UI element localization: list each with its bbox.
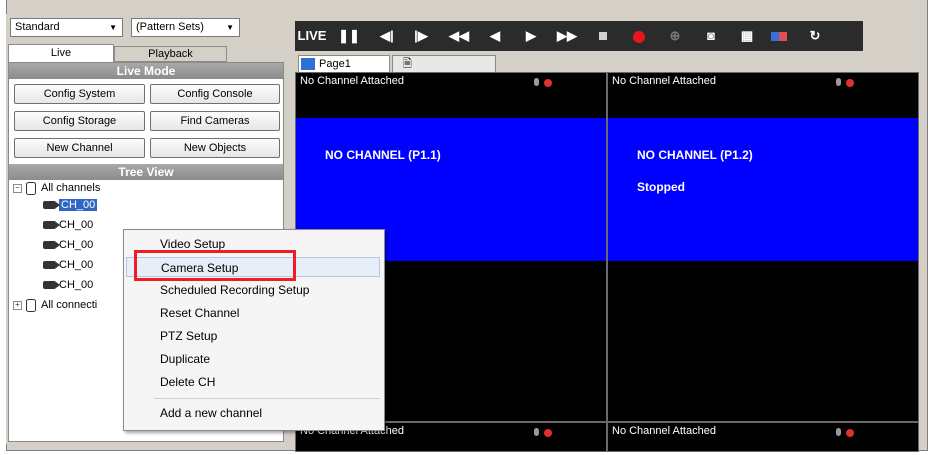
channel-label: NO CHANNEL (P1.1) xyxy=(325,148,441,162)
video-area: NO CHANNEL (P1.2) Stopped xyxy=(608,118,918,261)
menu-item-reset-channel[interactable]: Reset Channel xyxy=(160,303,239,323)
menu-item-duplicate[interactable]: Duplicate xyxy=(160,349,210,369)
camera-icon xyxy=(43,221,60,230)
play-icon[interactable]: ▶ xyxy=(517,21,545,51)
step-back-icon[interactable]: ◀| xyxy=(373,21,401,51)
find-cameras-button[interactable]: Find Cameras xyxy=(150,111,280,131)
new-page-icon: 🗎 xyxy=(403,58,412,70)
tree-node-channel[interactable]: CH_00 xyxy=(43,278,93,293)
status-label: Stopped xyxy=(637,180,685,194)
zoom-icon[interactable]: ⊕ xyxy=(661,21,689,51)
config-console-button[interactable]: Config Console xyxy=(150,84,280,104)
menu-item-scheduled-recording-setup[interactable]: Scheduled Recording Setup xyxy=(160,280,309,300)
refresh-icon[interactable]: ↻ xyxy=(801,21,829,51)
tree-label: All channels xyxy=(41,182,101,194)
menu-item-ptz-setup[interactable]: PTZ Setup xyxy=(160,326,217,346)
step-forward-icon[interactable]: |▶ xyxy=(407,21,435,51)
microphone-icon xyxy=(534,428,539,436)
tab-live[interactable]: Live xyxy=(8,44,114,62)
camera-icon xyxy=(43,201,60,210)
tab-page1[interactable]: Page1 xyxy=(298,55,390,73)
video-cell[interactable]: No Channel Attached NO CHANNEL (P1.2) St… xyxy=(607,72,919,422)
snapshot-icon[interactable]: ◙ xyxy=(697,21,725,51)
cell-title: No Channel Attached xyxy=(612,425,716,437)
mode-tabs: Live Playback xyxy=(8,44,284,62)
chevron-down-icon: ▼ xyxy=(109,23,117,32)
tree-node-all-channels[interactable]: − All channels xyxy=(13,181,100,196)
tree-label: CH_00 xyxy=(59,199,98,211)
mute-icon xyxy=(544,429,552,437)
playback-toolbar: LIVE ❚❚ ◀| |▶ ◀◀ ◀ ▶ ▶▶ ⊕ ◙ ▦ ↻ xyxy=(295,21,863,51)
live-button[interactable]: LIVE xyxy=(295,21,329,51)
new-page-tab[interactable]: 🗎 xyxy=(392,55,496,73)
config-storage-button[interactable]: Config Storage xyxy=(14,111,145,131)
camera-icon xyxy=(43,261,60,270)
grid-icon xyxy=(301,58,315,71)
highlight-annotation xyxy=(134,250,296,281)
camera-icon xyxy=(43,241,60,250)
page-tab-bar: Page1 🗎 xyxy=(295,52,919,73)
microphone-icon xyxy=(836,428,841,436)
chevron-down-icon: ▼ xyxy=(226,23,234,32)
fast-rewind-icon[interactable]: ◀◀ xyxy=(445,21,473,51)
tree-node-channel[interactable]: CH_00 xyxy=(43,198,98,213)
video-grid: No Channel Attached NO CHANNEL (P1.1) No… xyxy=(295,72,919,452)
tree-label: CH_00 xyxy=(59,219,94,231)
menu-item-delete-ch[interactable]: Delete CH xyxy=(160,372,215,392)
tree-node-channel[interactable]: CH_00 xyxy=(43,258,93,273)
mute-icon xyxy=(544,79,552,87)
microphone-icon xyxy=(534,78,539,86)
tree-label: CH_00 xyxy=(59,279,94,291)
pattern-select[interactable]: (Pattern Sets) ▼ xyxy=(131,18,240,37)
view-select[interactable]: Standard ▼ xyxy=(10,18,123,37)
tree-node-channel[interactable]: CH_00 xyxy=(43,238,93,253)
play-reverse-icon[interactable]: ◀ xyxy=(481,21,509,51)
color-icon[interactable] xyxy=(765,21,793,51)
tree-label: CH_00 xyxy=(59,239,94,251)
tree-label: CH_00 xyxy=(59,259,94,271)
cell-title: No Channel Attached xyxy=(612,75,716,87)
mute-icon xyxy=(846,79,854,87)
video-cell[interactable]: No Channel Attached xyxy=(607,422,919,452)
tab-playback[interactable]: Playback xyxy=(114,46,227,62)
tree-node-all-connections[interactable]: + All connecti xyxy=(13,298,97,313)
record-icon[interactable] xyxy=(625,21,653,51)
database-icon xyxy=(26,181,36,195)
pattern-select-value: (Pattern Sets) xyxy=(136,21,204,33)
menu-separator xyxy=(154,398,380,399)
layout-icon[interactable]: ▦ xyxy=(733,21,761,51)
tree-view-header: Tree View xyxy=(9,164,283,180)
config-system-button[interactable]: Config System xyxy=(14,84,145,104)
camera-icon xyxy=(43,281,60,290)
tree-node-channel[interactable]: CH_00 xyxy=(43,218,93,233)
fast-forward-icon[interactable]: ▶▶ xyxy=(553,21,581,51)
page-tab-label: Page1 xyxy=(319,58,351,70)
live-mode-header: Live Mode xyxy=(9,63,283,79)
pause-icon[interactable]: ❚❚ xyxy=(335,21,363,51)
mute-icon xyxy=(846,429,854,437)
collapse-icon[interactable]: − xyxy=(13,183,22,193)
expand-icon[interactable]: + xyxy=(13,300,22,310)
menu-item-add-new-channel[interactable]: Add a new channel xyxy=(160,403,262,423)
new-channel-button[interactable]: New Channel xyxy=(14,138,145,158)
microphone-icon xyxy=(836,78,841,86)
tree-label: All connecti xyxy=(41,299,98,311)
database-icon xyxy=(26,298,36,312)
view-select-value: Standard xyxy=(15,21,60,33)
channel-label: NO CHANNEL (P1.2) xyxy=(637,148,753,162)
new-objects-button[interactable]: New Objects xyxy=(150,138,280,158)
cell-title: No Channel Attached xyxy=(300,75,404,87)
stop-icon[interactable] xyxy=(589,21,617,51)
